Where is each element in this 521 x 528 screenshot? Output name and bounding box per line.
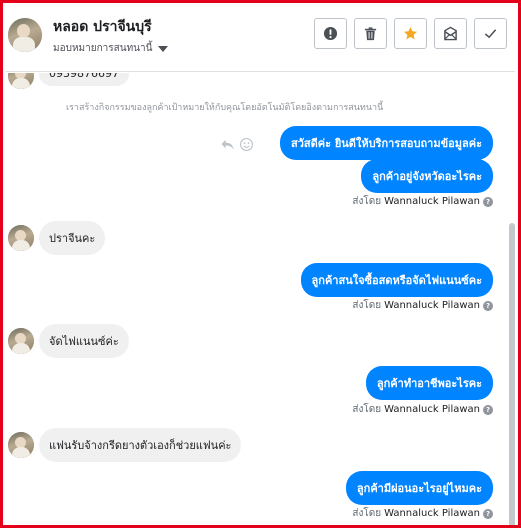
outgoing-message: ลูกค้าอยู่จังหวัดอะไรคะ — [361, 159, 493, 193]
sent-by-label: ส่งโดย Wannaluck Pilawan ? — [352, 402, 493, 417]
outgoing-message: ลูกค้ามีผ่อนอะไรอยู่ไหมคะ — [345, 471, 493, 505]
message-row: 0939876697 — [6, 73, 515, 93]
done-button[interactable] — [474, 18, 507, 49]
conversation-header: หลอด ปราจีนบุรี มอบหมายการสนทนานี้ — [6, 6, 515, 72]
incoming-message: ปราจีนคะ — [39, 221, 106, 255]
mark-unread-button[interactable] — [434, 18, 467, 49]
contact-name[interactable]: หลอด ปราจีนบุรี — [53, 16, 152, 38]
message-row: ปราจีนคะ — [6, 221, 515, 255]
exclamation-icon — [323, 26, 338, 41]
star-icon — [403, 26, 418, 40]
scrollbar[interactable] — [509, 223, 515, 525]
message-row: แฟนรับจ้างกรีดยางตัวเองก็ช่วยแฟนค่ะ — [6, 428, 515, 462]
info-icon[interactable]: ? — [483, 404, 493, 415]
sent-by-label: ส่งโดย Wannaluck Pilawan ? — [352, 506, 493, 521]
contact-avatar[interactable] — [8, 225, 34, 251]
outgoing-message: ลูกค้าสนใจซื้อสดหรือจัดไฟแนนซ์คะ — [300, 263, 493, 297]
contact-avatar[interactable] — [8, 18, 42, 52]
info-icon[interactable]: ? — [483, 196, 493, 207]
assign-label: มอบหมายการสนทนานี้ — [53, 43, 153, 54]
trash-icon — [364, 27, 377, 41]
sender-name: Wannaluck Pilawan — [384, 196, 480, 207]
alert-button[interactable] — [314, 18, 347, 49]
contact-avatar[interactable] — [8, 73, 34, 89]
reply-icon[interactable] — [220, 137, 235, 152]
sender-name: Wannaluck Pilawan — [384, 508, 480, 519]
app-frame: หลอด ปราจีนบุรี มอบหมายการสนทนานี้ 09398… — [0, 0, 521, 528]
outgoing-message: ลูกค้าทำอาชีพอะไรคะ — [365, 366, 493, 400]
sender-name: Wannaluck Pilawan — [384, 300, 480, 311]
system-note: เราสร้างกิจกรรมของลูกค้าเป้าหมายให้กับคุ… — [66, 103, 384, 113]
delete-button[interactable] — [354, 18, 387, 49]
contact-avatar[interactable] — [8, 328, 34, 354]
check-icon — [484, 29, 497, 39]
incoming-message: 0939876697 — [39, 73, 129, 86]
star-button[interactable] — [394, 18, 427, 49]
assign-conversation-dropdown[interactable]: มอบหมายการสนทนานี้ — [53, 41, 169, 56]
incoming-message: จัดไฟแนนซ์ค่ะ — [39, 324, 129, 358]
emoji-icon[interactable] — [239, 137, 254, 152]
message-row: จัดไฟแนนซ์ค่ะ — [6, 324, 515, 358]
info-icon[interactable]: ? — [483, 300, 493, 311]
info-icon[interactable]: ? — [483, 508, 493, 519]
contact-avatar[interactable] — [8, 432, 34, 458]
header-actions — [314, 18, 507, 49]
sent-by-label: ส่งโดย Wannaluck Pilawan ? — [352, 194, 493, 209]
caret-down-icon — [158, 45, 169, 52]
sender-name: Wannaluck Pilawan — [384, 404, 480, 415]
envelope-icon — [444, 26, 457, 41]
message-tools — [220, 137, 254, 152]
incoming-message: แฟนรับจ้างกรีดยางตัวเองก็ช่วยแฟนค่ะ — [39, 428, 242, 462]
message-thread: 0939876697 เราสร้างกิจกรรมของลูกค้าเป้าห… — [6, 73, 515, 525]
outgoing-message: สวัสดีค่ะ ยินดีให้บริการสอบถามข้อมูลค่ะ — [280, 126, 493, 160]
sent-by-label: ส่งโดย Wannaluck Pilawan ? — [352, 298, 493, 313]
